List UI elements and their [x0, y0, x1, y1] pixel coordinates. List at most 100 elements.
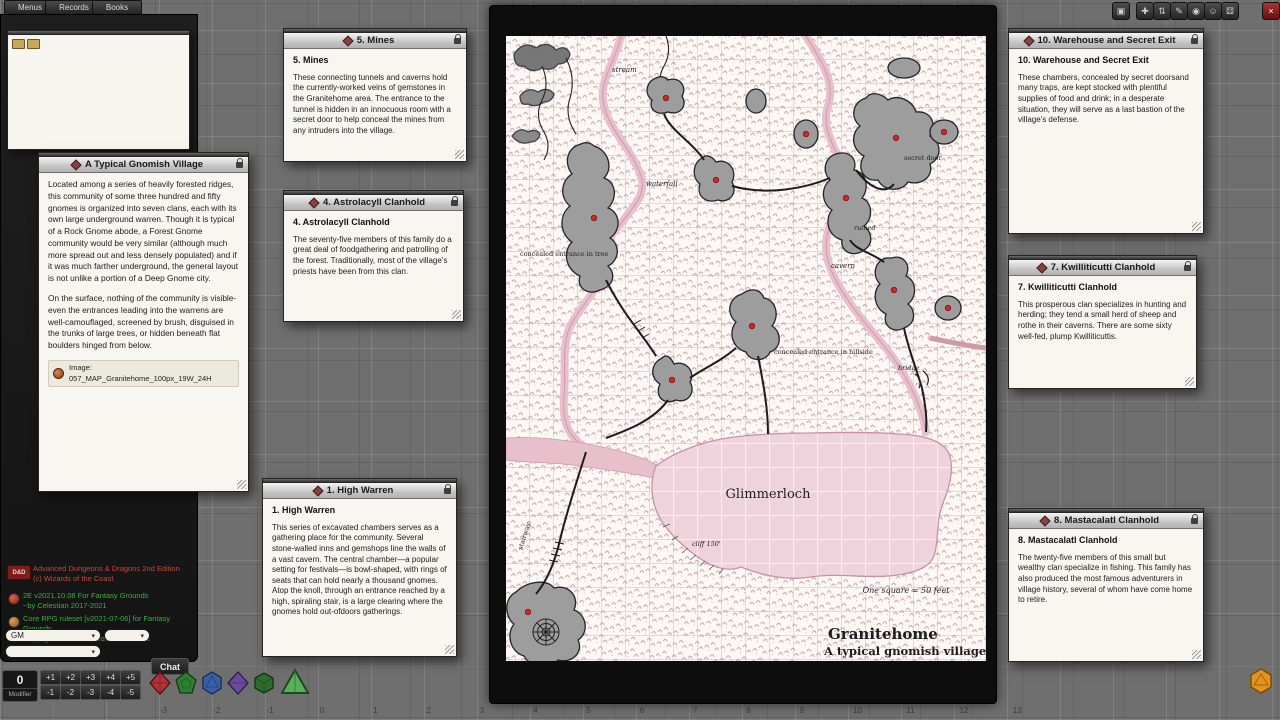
- dice-tray-icon[interactable]: [1248, 668, 1274, 694]
- story-window-mastacalatl[interactable]: 8. Mastacalatl Clanhold 8. Mastacalatl C…: [1008, 508, 1204, 662]
- window-titlebar[interactable]: 4. Astrolacyll Clanhold: [284, 195, 463, 211]
- d4-die[interactable]: [280, 668, 310, 696]
- modifier-minus2-button[interactable]: -2: [60, 685, 81, 700]
- paragraph: The seventy-five members of this family …: [293, 235, 454, 277]
- grid-ruler-number: 13: [1013, 706, 1022, 715]
- d12-die[interactable]: [174, 671, 198, 695]
- d10-die[interactable]: [148, 671, 172, 695]
- resize-grip[interactable]: [455, 150, 464, 159]
- list-window[interactable]: [7, 30, 190, 150]
- voice-select[interactable]: ▾: [104, 629, 150, 642]
- window-title: A Typical Gnomish Village: [85, 159, 203, 170]
- modifier-button-label: +5: [126, 673, 135, 682]
- lock-icon[interactable]: [451, 200, 458, 206]
- grid-ruler-number: 4: [533, 706, 537, 715]
- story-heading: 10. Warehouse and Secret Exit: [1018, 55, 1194, 67]
- target-button[interactable]: ◉: [1187, 2, 1205, 20]
- lock-icon[interactable]: [1191, 38, 1198, 44]
- modifier-plus3-button[interactable]: +3: [80, 670, 101, 685]
- modifier-minus5-button[interactable]: -5: [120, 685, 141, 700]
- grid-ruler-number: 12: [960, 706, 969, 715]
- modifier-plus2-button[interactable]: +2: [60, 670, 81, 685]
- resize-grip[interactable]: [1192, 222, 1201, 231]
- campaign-line: (c) Wizards of the Coast: [33, 574, 193, 584]
- resize-grip[interactable]: [237, 480, 246, 489]
- amphitheater: [533, 619, 559, 645]
- story-window-warehouse[interactable]: 10. Warehouse and Secret Exit 10. Wareho…: [1008, 28, 1204, 234]
- modifier-minus1-button[interactable]: -1: [40, 685, 61, 700]
- window-titlebar[interactable]: A Typical Gnomish Village: [39, 157, 248, 173]
- diamond-icon: [1039, 515, 1050, 526]
- modifier-button-label: -3: [87, 688, 94, 697]
- resize-grip[interactable]: [1192, 650, 1201, 659]
- d20-die[interactable]: [200, 671, 224, 695]
- label-cavern: cavern: [831, 262, 856, 270]
- story-text: 8. Mastacalatl Clanhold The twenty-five …: [1009, 529, 1203, 612]
- lock-icon[interactable]: [236, 162, 243, 168]
- close-button[interactable]: ×: [1262, 2, 1280, 20]
- folder-icon[interactable]: [12, 39, 25, 49]
- diamond-icon: [308, 197, 319, 208]
- image-window-granitehome[interactable]: stream waterfall concealed entrance in t…: [489, 5, 997, 704]
- label-concealed-entrance-hillside: concealed entrance in hillside: [774, 348, 873, 356]
- label-bridge: bridge: [898, 364, 920, 372]
- window-titlebar[interactable]: 5. Mines: [284, 33, 466, 49]
- grid-ruler-number: 0: [320, 706, 324, 715]
- tab-books-label: Books: [106, 3, 128, 12]
- speaker-select[interactable]: GM ▾: [5, 629, 101, 642]
- move-button[interactable]: ✚: [1136, 2, 1154, 20]
- fullscreen-button[interactable]: ▣: [1112, 2, 1130, 20]
- story-window-village[interactable]: A Typical Gnomish Village Located among …: [38, 152, 249, 492]
- modifier-minus4-button[interactable]: -4: [100, 685, 121, 700]
- lock-icon[interactable]: [1184, 265, 1191, 271]
- lock-icon[interactable]: [1191, 518, 1198, 524]
- story-window-highwarren[interactable]: 1. High Warren 1. High Warren This serie…: [262, 478, 457, 657]
- resize-grip[interactable]: [452, 310, 461, 319]
- window-title: 4. Astrolacyll Clanhold: [323, 197, 425, 208]
- label-scale: One square = 50 feet: [863, 586, 951, 595]
- story-text: 5. Mines These connecting tunnels and ca…: [284, 49, 466, 142]
- paragraph: The twenty-five members of this small bu…: [1018, 553, 1194, 606]
- modifier-minus3-button[interactable]: -3: [80, 685, 101, 700]
- sort-icon: ⇅: [1158, 6, 1166, 17]
- grid-ruler-number: -1: [267, 706, 274, 715]
- resize-grip[interactable]: [445, 645, 454, 654]
- d6-die[interactable]: [252, 671, 276, 695]
- window-titlebar[interactable]: 7. Kwilliticutti Clanhold: [1009, 260, 1196, 276]
- folder-icon[interactable]: [27, 39, 40, 49]
- d8-die[interactable]: [226, 671, 250, 695]
- chevron-down-icon: ▾: [91, 632, 95, 640]
- lock-icon[interactable]: [454, 38, 461, 44]
- lock-icon[interactable]: [444, 488, 451, 494]
- chat-entry-mode[interactable]: ▾: [5, 645, 101, 658]
- village-map[interactable]: stream waterfall concealed entrance in t…: [506, 36, 986, 661]
- window-title: 1. High Warren: [327, 485, 394, 496]
- character-button[interactable]: ☺: [1204, 2, 1222, 20]
- window-titlebar[interactable]: 10. Warehouse and Secret Exit: [1009, 33, 1203, 49]
- modifier-plus5-button[interactable]: +5: [120, 670, 141, 685]
- window-titlebar[interactable]: 8. Mastacalatl Clanhold: [1009, 513, 1203, 529]
- modifier-plus4-button[interactable]: +4: [100, 670, 121, 685]
- tab-books[interactable]: Books: [92, 0, 142, 15]
- story-heading: 8. Mastacalatl Clanhold: [1018, 535, 1194, 547]
- module-2e-icon: [8, 593, 20, 605]
- village-map-drawing: stream waterfall concealed entrance in t…: [506, 36, 986, 661]
- modifier-plus1-button[interactable]: +1: [40, 670, 61, 685]
- image-link[interactable]: Image: 057_MAP_Granitehome_100px_19W_24H: [48, 360, 239, 387]
- modifier-box[interactable]: 0 Modifier: [2, 670, 38, 702]
- label-waterfall: waterfall: [646, 180, 678, 188]
- draw-button[interactable]: ✎: [1170, 2, 1188, 20]
- window-titlebar[interactable]: 1. High Warren: [263, 483, 456, 499]
- diamond-icon: [1036, 262, 1047, 273]
- resize-grip[interactable]: [1185, 377, 1194, 386]
- dice-button[interactable]: ⚄: [1221, 2, 1239, 20]
- story-window-mines[interactable]: 5. Mines 5. Mines These connecting tunne…: [283, 28, 467, 162]
- sort-button[interactable]: ⇅: [1153, 2, 1171, 20]
- modifier-label: Modifier: [3, 688, 37, 699]
- tab-records-label: Records: [59, 3, 89, 12]
- story-window-astrolacyll[interactable]: 4. Astrolacyll Clanhold 4. Astrolacyll C…: [283, 190, 464, 322]
- fullscreen-icon: ▣: [1117, 6, 1126, 17]
- story-window-kwilliticutti[interactable]: 7. Kwilliticutti Clanhold 7. Kwilliticut…: [1008, 255, 1197, 389]
- window-title: 10. Warehouse and Secret Exit: [1038, 35, 1176, 46]
- story-heading: 1. High Warren: [272, 505, 447, 517]
